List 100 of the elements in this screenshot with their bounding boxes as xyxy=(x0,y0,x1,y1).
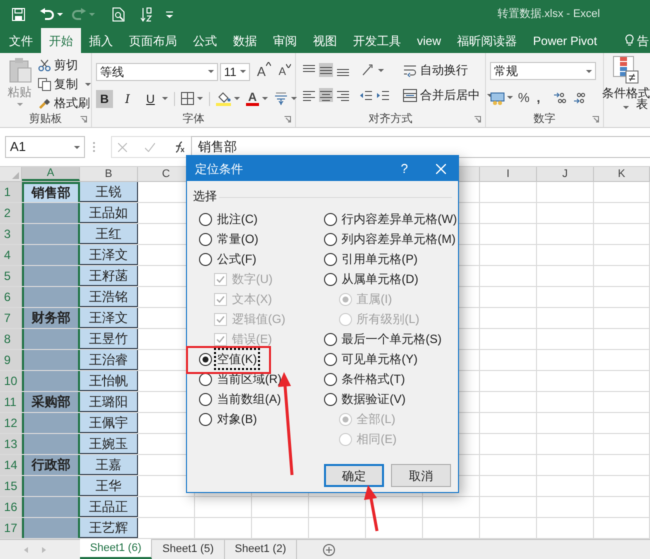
option-label[interactable]: 空值(K) xyxy=(216,350,258,368)
column-header[interactable]: C xyxy=(162,166,170,182)
radio-button[interactable] xyxy=(199,252,212,266)
number-format-field[interactable]: 常规 xyxy=(490,62,596,80)
save-icon[interactable] xyxy=(12,8,25,20)
style-button[interactable]: B xyxy=(96,90,113,108)
copy-button[interactable]: 复制 xyxy=(38,75,91,93)
comma-button[interactable]: , xyxy=(534,88,542,108)
ribbon-tab[interactable]: 福昕阅读器 xyxy=(449,28,526,53)
wrap-text-button[interactable]: 自动换行 xyxy=(403,61,468,79)
ribbon-tab[interactable]: Power Pivot xyxy=(525,28,606,53)
format-painter-button[interactable]: 格式刷 xyxy=(38,94,91,112)
radio-button[interactable] xyxy=(324,332,337,346)
radio-button[interactable] xyxy=(199,412,212,426)
decrease-indent-icon[interactable] xyxy=(359,88,373,102)
caret-icon[interactable] xyxy=(208,70,214,74)
align-left-icon[interactable] xyxy=(302,88,316,102)
dialog-launcher-icon[interactable] xyxy=(80,116,87,123)
caret-icon[interactable] xyxy=(16,103,22,106)
sheet-tab[interactable]: Sheet1 (2) xyxy=(224,540,298,559)
dialog-launcher-icon[interactable] xyxy=(592,116,599,123)
radio-button[interactable] xyxy=(199,372,212,386)
decrease-decimal-icon[interactable] xyxy=(572,92,586,104)
ribbon-tab[interactable]: 页面布局 xyxy=(121,28,185,53)
radio-button[interactable] xyxy=(324,252,337,266)
radio-button[interactable] xyxy=(199,232,212,246)
caret-icon[interactable] xyxy=(291,97,297,100)
ribbon-tab[interactable]: 插入 xyxy=(81,28,121,53)
radio-button[interactable] xyxy=(324,232,337,246)
option-label[interactable]: 当前数组(A) xyxy=(216,390,282,408)
caret-icon[interactable] xyxy=(240,70,246,74)
radio-button[interactable] xyxy=(324,372,337,386)
radio-button[interactable] xyxy=(324,272,337,286)
ribbon-tab[interactable]: 公式 xyxy=(185,28,225,53)
option-label[interactable]: 批注(C) xyxy=(216,210,259,228)
name-box[interactable]: A1 xyxy=(5,136,85,158)
option-label[interactable]: 数据验证(V) xyxy=(340,390,407,408)
font-size-field[interactable]: 11 xyxy=(220,62,250,81)
option-label[interactable]: 最后一个单元格(S) xyxy=(340,330,443,348)
font-name-field[interactable]: 等线 xyxy=(96,62,218,81)
caret-icon[interactable] xyxy=(162,97,168,100)
dialog-launcher-icon[interactable] xyxy=(284,116,291,123)
increase-indent-icon[interactable] xyxy=(376,88,390,102)
ribbon-tab[interactable]: 文件 xyxy=(1,28,41,53)
radio-button[interactable] xyxy=(324,352,337,366)
option-label[interactable]: 引用单元格(P) xyxy=(340,250,419,268)
help-button[interactable]: ? xyxy=(400,158,408,178)
align-middle-icon[interactable] xyxy=(319,63,333,77)
ribbon-tab[interactable]: view xyxy=(409,28,450,53)
caret-icon[interactable] xyxy=(85,82,91,86)
caret-icon[interactable] xyxy=(74,146,80,148)
ribbon-tab[interactable]: 审阅 xyxy=(265,28,305,53)
cancel-button[interactable]: 取消 xyxy=(391,464,451,487)
add-sheet-icon[interactable] xyxy=(323,544,336,556)
radio-button[interactable] xyxy=(199,392,212,406)
close-icon[interactable] xyxy=(436,164,446,174)
option-label[interactable]: 公式(F) xyxy=(216,250,258,268)
caret-icon[interactable] xyxy=(57,12,63,16)
merge-center-button[interactable]: 合并后居中 xyxy=(403,86,493,104)
caret-icon[interactable] xyxy=(623,106,629,109)
column-header[interactable]: K xyxy=(618,166,626,182)
ribbon-tab[interactable]: 告 xyxy=(621,28,650,53)
radio-button[interactable] xyxy=(324,392,337,406)
insert-function-icon[interactable] xyxy=(173,141,185,153)
radio-button[interactable] xyxy=(324,212,337,226)
ribbon-tab[interactable]: 开发工具 xyxy=(345,28,409,53)
caret-icon[interactable] xyxy=(197,97,203,100)
option-label[interactable]: 常量(O) xyxy=(216,230,260,248)
ok-button[interactable]: 确定 xyxy=(324,464,384,487)
align-right-icon[interactable] xyxy=(336,88,350,102)
caret-icon[interactable] xyxy=(234,97,240,100)
option-label[interactable]: 行内容差异单元格(W) xyxy=(340,210,458,228)
option-label[interactable]: 对象(B) xyxy=(216,410,258,428)
style-button[interactable]: U xyxy=(142,90,159,108)
fill-bucket-icon[interactable] xyxy=(216,91,231,106)
column-header[interactable]: B xyxy=(104,166,112,182)
style-button[interactable]: I xyxy=(119,90,136,108)
column-header[interactable]: I xyxy=(506,166,510,182)
ribbon-tab[interactable]: 视图 xyxy=(305,28,345,53)
borders-icon[interactable] xyxy=(181,92,194,105)
caret-icon[interactable] xyxy=(378,68,384,72)
sort-icon[interactable] xyxy=(140,6,153,22)
caret-icon[interactable] xyxy=(262,97,268,100)
sheet-tab[interactable]: Sheet1 (5) xyxy=(152,540,225,559)
sheet-tab[interactable]: Sheet1 (6) xyxy=(80,539,152,559)
option-label[interactable]: 可见单元格(Y) xyxy=(340,350,419,368)
print-preview-icon[interactable] xyxy=(112,6,125,22)
font-color-button[interactable]: A xyxy=(246,92,259,106)
radio-button[interactable] xyxy=(199,212,212,226)
percent-button[interactable]: % xyxy=(518,88,530,108)
column-header[interactable]: A xyxy=(46,164,54,182)
column-header[interactable]: J xyxy=(562,166,568,182)
checkmark-icon[interactable] xyxy=(145,142,155,152)
dialog-launcher-icon[interactable] xyxy=(474,116,481,123)
radio-button[interactable] xyxy=(199,352,212,366)
shrink-font-button[interactable]: A xyxy=(278,64,292,80)
option-label[interactable]: 从属单元格(D) xyxy=(340,270,420,288)
increase-decimal-icon[interactable] xyxy=(553,92,568,104)
undo-icon[interactable] xyxy=(40,8,54,20)
grow-font-button[interactable]: A xyxy=(257,62,271,82)
